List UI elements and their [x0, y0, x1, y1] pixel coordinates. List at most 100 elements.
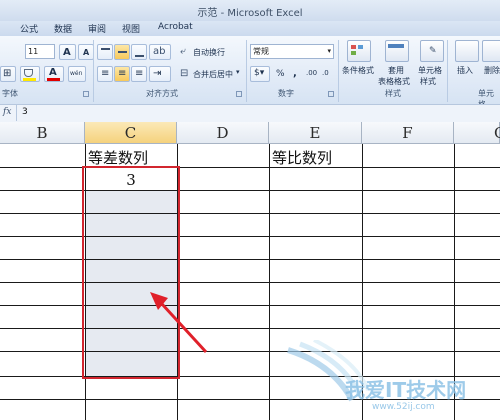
merge-dropdown-icon[interactable]: ▾ [236, 68, 240, 76]
align-center-icon: ≡ [118, 68, 127, 79]
column-header-f[interactable]: F [362, 122, 454, 144]
align-bottom-button[interactable] [131, 44, 147, 60]
table-format-label-1[interactable]: 套用 [388, 65, 404, 76]
tab-review[interactable]: 审阅 [88, 22, 106, 35]
merge-center-button[interactable]: 合并后居中 [193, 69, 233, 80]
group-label-styles: 样式 [385, 89, 401, 98]
cell-style-label-1[interactable]: 单元格 [418, 65, 442, 76]
group-separator [447, 40, 448, 102]
formula-bar: fx 3 [0, 104, 500, 123]
paint-bucket-icon [24, 69, 33, 77]
orientation-icon: ab [153, 46, 166, 57]
tab-formulas[interactable]: 公式 [20, 22, 38, 35]
column-header-g[interactable]: G [454, 122, 500, 144]
phonetic-button[interactable]: wén [68, 66, 86, 82]
title-bar: 示范 - Microsoft Excel [0, 0, 500, 21]
delete-button[interactable]: 删除 [484, 65, 500, 76]
formula-input[interactable]: 3 [22, 107, 28, 117]
row-gridline [0, 305, 500, 306]
group-separator [246, 40, 247, 102]
orientation-button[interactable]: ab [149, 44, 171, 60]
spreadsheet-grid[interactable]: B C D E F G 等差数列 等比数列 3 我爱IT技术网 www.52ij… [0, 122, 500, 420]
cell-style-icon: ✎ [420, 40, 444, 62]
group-label-alignment: 对齐方式 [146, 89, 178, 98]
row-gridline [0, 259, 500, 260]
tab-view[interactable]: 视图 [122, 22, 140, 35]
wrap-text-icon: ⤶ [180, 46, 186, 57]
cf-cell-red [351, 45, 356, 49]
percent-button[interactable]: % [276, 69, 285, 79]
accounting-icon: $▾ [254, 68, 265, 78]
alignment-dialog-launcher-icon[interactable] [236, 91, 242, 97]
align-middle-icon [118, 51, 127, 53]
fill-color-button[interactable] [20, 66, 40, 82]
column-header-b[interactable]: B [0, 122, 85, 144]
column-header-b-label: B [36, 124, 48, 142]
align-middle-button[interactable] [114, 44, 130, 60]
align-top-button[interactable] [97, 44, 113, 60]
accounting-format-button[interactable]: $▾ [250, 66, 270, 82]
watermark-text: 我爱IT技术网 [345, 378, 467, 402]
align-bottom-icon [135, 55, 144, 57]
function-icon[interactable]: fx [3, 107, 11, 117]
number-dialog-launcher-icon[interactable] [328, 91, 334, 97]
border-icon: ⊞ [3, 68, 12, 79]
cf-cell-green [351, 51, 356, 55]
tab-acrobat[interactable]: Acrobat [158, 22, 193, 32]
group-separator [93, 40, 94, 102]
formula-bar-divider [16, 105, 17, 121]
increase-decimal-button[interactable]: .00 [306, 69, 317, 77]
font-dialog-launcher-icon[interactable] [83, 91, 89, 97]
font-color-button[interactable]: A [44, 66, 64, 82]
border-button[interactable]: ⊞ [0, 66, 16, 82]
column-header-e[interactable]: E [269, 122, 362, 144]
column-header-c-label: C [124, 124, 137, 142]
delete-cells-icon [482, 40, 500, 62]
cell-c-header[interactable]: 等差数列 [85, 147, 180, 168]
conditional-format-button[interactable]: 条件格式 [342, 65, 374, 76]
group-label-number: 数字 [278, 89, 294, 98]
column-header-g-label: G [494, 124, 500, 142]
tab-data[interactable]: 数据 [54, 22, 72, 35]
cell-style-label-2[interactable]: 样式 [420, 76, 436, 87]
column-header-c[interactable]: C [85, 122, 177, 144]
merge-center-icon: ⊟ [180, 68, 189, 79]
table-format-label-2[interactable]: 表格格式 [378, 76, 410, 87]
indent-icon: ⇥ [153, 68, 162, 79]
font-color-swatch [47, 78, 60, 81]
shrink-font-icon: A [83, 48, 90, 57]
cf-cell-blue [358, 45, 363, 49]
fill-color-swatch [23, 78, 36, 81]
wrap-text-button[interactable]: 自动换行 [193, 47, 225, 58]
number-format-combo[interactable]: 常规 ▾ [250, 44, 334, 59]
column-header-f-label: F [402, 124, 413, 142]
row-gridline [0, 282, 500, 283]
insert-button[interactable]: 插入 [457, 65, 473, 76]
align-right-button[interactable]: ≡ [131, 66, 147, 82]
align-left-icon: ≡ [101, 68, 110, 79]
number-format-value: 常规 [253, 47, 269, 56]
column-gridline [269, 144, 270, 420]
row-gridline [0, 167, 500, 168]
column-header-d-label: D [216, 124, 229, 142]
align-center-button[interactable]: ≡ [114, 66, 130, 82]
number-format-dropdown-icon: ▾ [327, 47, 331, 55]
cell-e-header[interactable]: 等比数列 [269, 147, 365, 168]
font-color-icon: A [49, 67, 57, 78]
indent-button[interactable]: ⇥ [149, 66, 171, 82]
align-top-icon [101, 48, 110, 50]
arrow-shaft [160, 302, 208, 354]
watermark-url: www.52ij.com [372, 402, 435, 412]
column-header-d[interactable]: D [177, 122, 269, 144]
window-title: 示范 - Microsoft Excel [197, 8, 303, 19]
font-size-combo[interactable]: 11 [25, 44, 55, 59]
grow-font-button[interactable]: A [59, 44, 76, 60]
insert-cells-icon [455, 40, 479, 62]
shrink-font-button[interactable]: A [78, 44, 94, 60]
comma-button[interactable]: , [293, 68, 297, 79]
group-label-font: 字体 [2, 89, 18, 98]
row-gridline [0, 213, 500, 214]
grow-font-icon: A [63, 47, 71, 58]
align-left-button[interactable]: ≡ [97, 66, 113, 82]
decrease-decimal-button[interactable]: .0 [322, 69, 329, 77]
